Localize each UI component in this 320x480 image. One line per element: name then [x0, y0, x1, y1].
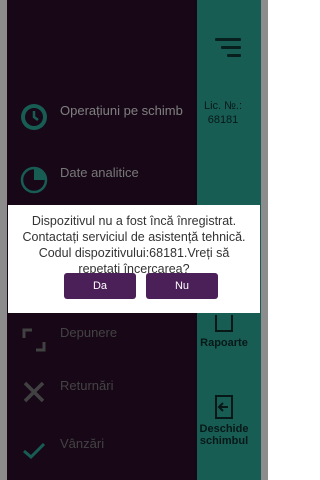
yes-button[interactable]: Da — [64, 273, 136, 299]
dialog-message: Dispozitivul nu a fost încă înregistrat.… — [22, 214, 246, 276]
no-button[interactable]: Nu — [146, 273, 218, 299]
